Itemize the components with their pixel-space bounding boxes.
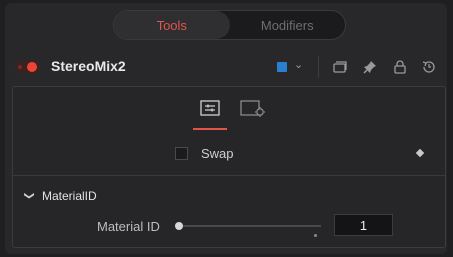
swap-checkbox[interactable] bbox=[175, 147, 188, 160]
section-header-materialid[interactable]: ❯ MaterialID bbox=[24, 189, 97, 203]
tab-tools[interactable]: Tools bbox=[114, 11, 230, 39]
toggle-knob bbox=[27, 62, 37, 72]
chevron-down-icon: ❯ bbox=[23, 191, 35, 200]
toggle-off-indicator bbox=[18, 65, 22, 69]
pin-icon[interactable] bbox=[362, 59, 378, 75]
controls-tab-icon[interactable] bbox=[200, 100, 220, 116]
active-tab-underline bbox=[193, 128, 227, 130]
chevron-down-icon[interactable]: ⌄ bbox=[294, 58, 303, 71]
header-divider bbox=[318, 56, 319, 78]
node-enable-toggle[interactable] bbox=[15, 61, 40, 73]
reset-icon[interactable] bbox=[421, 59, 437, 75]
tab-modifiers[interactable]: Modifiers bbox=[230, 11, 346, 39]
version-icon[interactable] bbox=[332, 59, 348, 75]
slider-default-marker bbox=[314, 234, 317, 237]
settings-tab-icon[interactable] bbox=[240, 100, 266, 118]
material-id-slider-handle[interactable] bbox=[175, 222, 183, 230]
lock-icon[interactable] bbox=[392, 59, 408, 75]
material-id-slider-track[interactable] bbox=[183, 225, 321, 227]
section-title: MaterialID bbox=[42, 189, 97, 203]
material-id-label: Material ID bbox=[97, 219, 160, 234]
node-header: StereoMix2 ⌄ bbox=[0, 52, 442, 82]
inspector-tabbar: Tools Modifiers bbox=[113, 10, 346, 40]
swap-label: Swap bbox=[201, 146, 234, 161]
node-color-chip[interactable] bbox=[277, 62, 287, 72]
section-divider bbox=[13, 175, 445, 176]
node-name: StereoMix2 bbox=[51, 58, 126, 74]
material-id-input[interactable]: 1 bbox=[334, 214, 393, 236]
